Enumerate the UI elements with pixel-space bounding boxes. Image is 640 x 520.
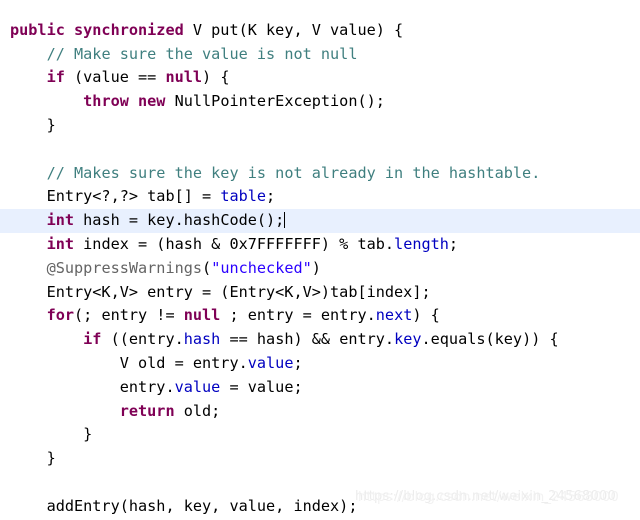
code-token-field: key (394, 330, 422, 349)
code-token-plain: ((entry. (101, 330, 184, 349)
code-token-plain: ( (202, 258, 212, 277)
code-token-keyword: public synchronized (10, 20, 184, 39)
code-line[interactable]: // Makes sure the key is not already in … (0, 162, 640, 186)
code-line[interactable]: if (value == null) { (0, 66, 640, 90)
code-token-plain: ; (266, 187, 276, 206)
code-line[interactable] (0, 138, 640, 162)
code-token-keyword: if (46, 68, 65, 87)
code-token-plain: NullPointerException(); (165, 92, 385, 111)
code-line[interactable]: } (0, 114, 640, 138)
code-token-plain: } (10, 449, 56, 468)
code-token-plain: (value == (64, 68, 166, 87)
code-line[interactable]: return old; (0, 400, 640, 424)
code-line[interactable]: // Make sure the value is not null (0, 43, 640, 67)
code-token-field: length (394, 234, 449, 253)
text-caret (283, 212, 285, 229)
code-token-plain: index = (hash & 0x7FFFFFFF) % tab. (74, 234, 395, 253)
code-token-field: value (174, 377, 221, 396)
code-token-plain: ; entry = entry. (220, 306, 376, 325)
code-token-plain: ; (293, 353, 303, 372)
code-token-plain: = value; (220, 377, 303, 396)
watermark-text-shadow: https://blog.csdn.net/weixin_24568000 (358, 490, 619, 505)
code-line[interactable]: Entry<K,V> entry = (Entry<K,V>)tab[index… (0, 281, 640, 305)
code-token-plain: (; entry != (74, 306, 184, 325)
code-token-plain: } (10, 425, 93, 444)
code-token-plain: == hash) && entry. (220, 330, 395, 349)
code-token-keyword: if (83, 330, 102, 349)
code-token-plain: ; (448, 234, 459, 253)
code-token-keyword: return (119, 401, 175, 420)
code-token-keyword: int (46, 211, 75, 230)
code-line[interactable]: public synchronized V put(K key, V value… (0, 19, 640, 43)
code-line[interactable]: V old = entry.value; (0, 352, 640, 376)
code-token-keyword: for (46, 306, 75, 325)
code-line[interactable]: } (0, 447, 640, 471)
code-line[interactable]: } (0, 423, 640, 447)
code-token-plain: } (10, 115, 56, 134)
code-token-annotation: @SuppressWarnings (46, 258, 203, 277)
code-line[interactable] (0, 0, 640, 19)
code-token-keyword: null (165, 68, 203, 87)
code-token-plain: hash = key.hashCode(); (74, 211, 285, 230)
code-token-plain: .equals(key)) { (421, 330, 559, 349)
code-line[interactable]: for(; entry != null ; entry = entry.next… (0, 304, 640, 328)
code-token-field: next (375, 306, 413, 325)
code-token-keyword: null (183, 306, 221, 325)
code-line[interactable]: int index = (hash & 0x7FFFFFFF) % tab.le… (0, 233, 640, 257)
code-line[interactable]: @SuppressWarnings("unchecked") (0, 257, 640, 281)
code-token-plain: V put(K key, V value) { (183, 20, 404, 39)
code-token-keyword: int (46, 234, 75, 253)
code-token-plain: ) (311, 258, 321, 277)
code-lines-container[interactable]: public synchronized V put(K key, V value… (0, 0, 640, 520)
code-token-field: value (247, 353, 294, 372)
code-token-field: table (220, 187, 267, 206)
code-token-plain: old; (174, 401, 221, 420)
code-token-keyword: throw new (83, 92, 166, 111)
code-line-active[interactable]: int hash = key.hashCode(); (0, 209, 640, 233)
code-token-field: hash (183, 330, 221, 349)
code-token-string: "unchecked" (211, 258, 312, 277)
code-token-plain: Entry<K,V> entry = (Entry<K,V>)tab[index… (10, 282, 431, 301)
code-token-plain: Entry<?,?> tab[] = (10, 187, 221, 206)
code-editor[interactable]: public synchronized V put(K key, V value… (0, 0, 640, 520)
code-token-plain: ) { (412, 306, 440, 325)
code-token-plain: entry. (10, 377, 175, 396)
code-line[interactable]: Entry<?,?> tab[] = table; (0, 185, 640, 209)
code-token-plain: ) { (202, 68, 230, 87)
code-token-comment: // Makes sure the key is not already in … (46, 163, 541, 182)
code-token-comment: // Make sure the value is not null (46, 44, 358, 63)
watermark: https://blog.csdn.net/weixin_24568000 ht… (355, 489, 619, 505)
code-token-plain: addEntry(hash, key, value, index); (10, 496, 358, 515)
code-line[interactable]: throw new NullPointerException(); (0, 90, 640, 114)
code-line[interactable]: entry.value = value; (0, 376, 640, 400)
code-token-plain: V old = entry. (10, 353, 248, 372)
code-line[interactable]: if ((entry.hash == hash) && entry.key.eq… (0, 328, 640, 352)
